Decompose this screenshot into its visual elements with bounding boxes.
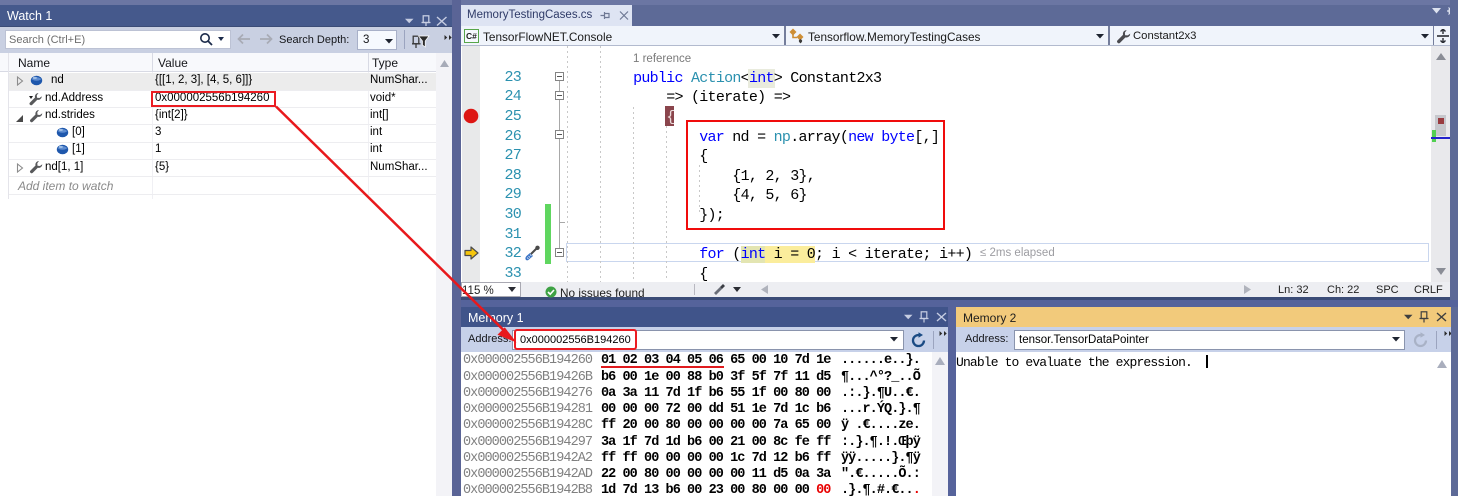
svg-text:C#: C#	[466, 31, 477, 41]
